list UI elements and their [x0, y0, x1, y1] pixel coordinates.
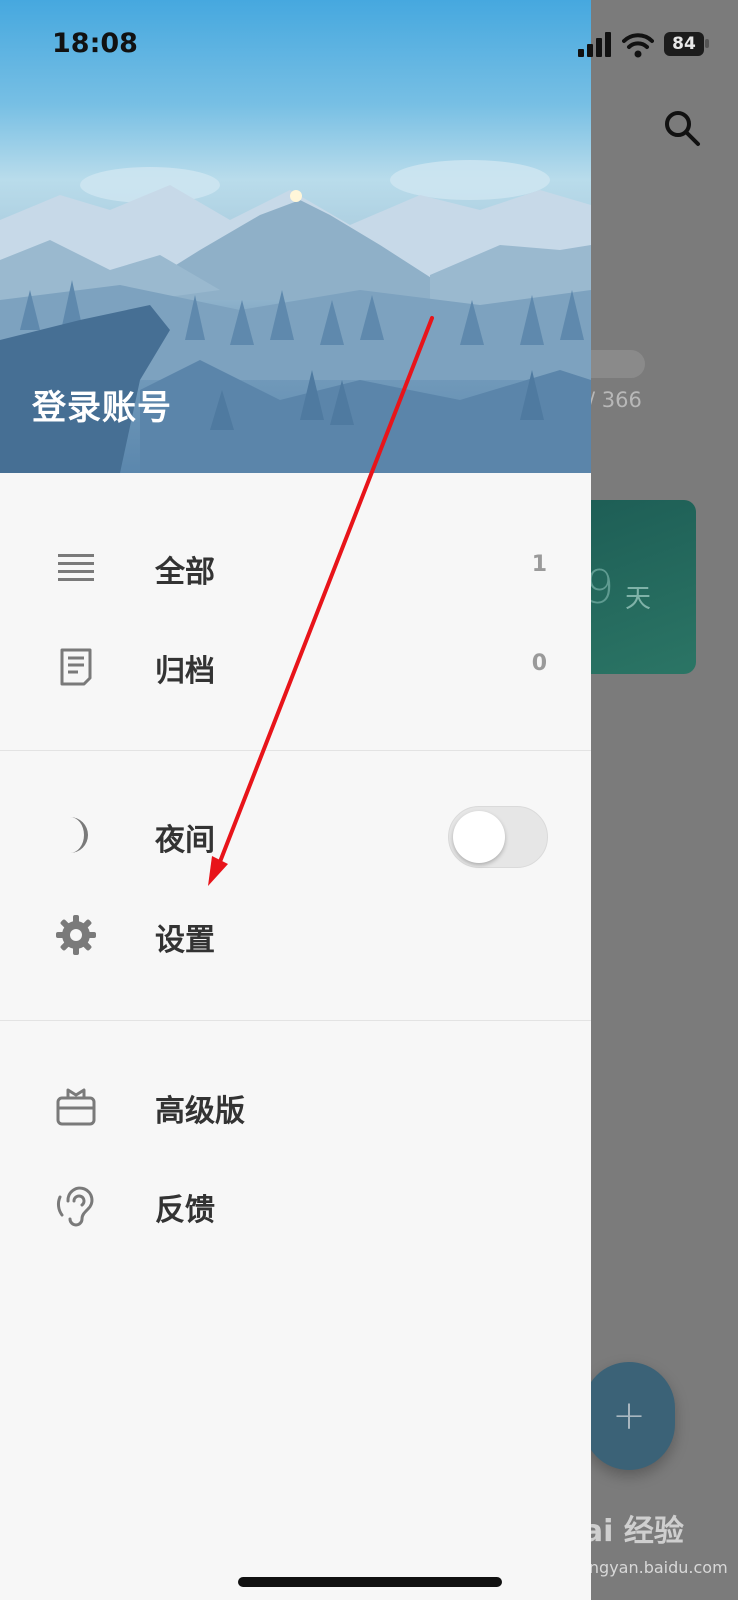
navigation-drawer: 登录账号 18:08 84 全部 1 归档 0 夜间 设置 高级版 反馈	[0, 0, 709, 1600]
menu-item-feedback[interactable]: 反馈	[0, 1165, 591, 1245]
plus-icon: +	[612, 1393, 646, 1439]
gift-icon	[56, 1088, 96, 1126]
cellular-signal-icon	[578, 32, 611, 57]
menu-item-premium[interactable]: 高级版	[0, 1066, 591, 1146]
search-icon[interactable]	[662, 108, 702, 148]
moon-icon	[70, 817, 88, 853]
menu-count-archive: 0	[531, 651, 547, 676]
menu-item-all[interactable]: 全部 1	[0, 527, 591, 607]
menu-label-premium: 高级版	[155, 1094, 245, 1129]
menu-label-feedback: 反馈	[155, 1193, 215, 1228]
menu-label-settings: 设置	[155, 923, 215, 958]
menu-label-archive: 归档	[155, 654, 215, 689]
wifi-icon	[622, 33, 654, 58]
watermark-sub: jingyan.baidu.com	[580, 1558, 728, 1577]
add-fab-button[interactable]: +	[583, 1362, 675, 1470]
drawer-header[interactable]: 登录账号	[0, 0, 591, 473]
login-account-label[interactable]: 登录账号	[32, 380, 172, 429]
battery-tip	[705, 39, 709, 48]
menu-item-archive[interactable]: 归档 0	[0, 626, 591, 706]
menu-label-all: 全部	[155, 555, 215, 590]
home-indicator[interactable]	[238, 1577, 502, 1587]
gear-icon	[56, 915, 96, 955]
archive-icon	[60, 648, 92, 686]
status-icons: 84	[576, 30, 716, 60]
menu-label-night-mode: 夜间	[155, 823, 215, 858]
day-count-text: / 366	[588, 388, 642, 412]
status-time: 18:08	[52, 28, 138, 59]
night-mode-toggle[interactable]	[448, 806, 548, 868]
ear-icon	[56, 1186, 94, 1227]
menu-item-settings[interactable]: 设置	[0, 895, 591, 975]
list-icon	[58, 554, 94, 581]
card-unit: 天	[625, 584, 652, 614]
battery-indicator: 84	[664, 32, 704, 56]
menu-count-all: 1	[531, 552, 547, 577]
section-divider	[0, 750, 591, 751]
toggle-knob	[453, 811, 505, 863]
section-divider	[0, 1020, 591, 1021]
